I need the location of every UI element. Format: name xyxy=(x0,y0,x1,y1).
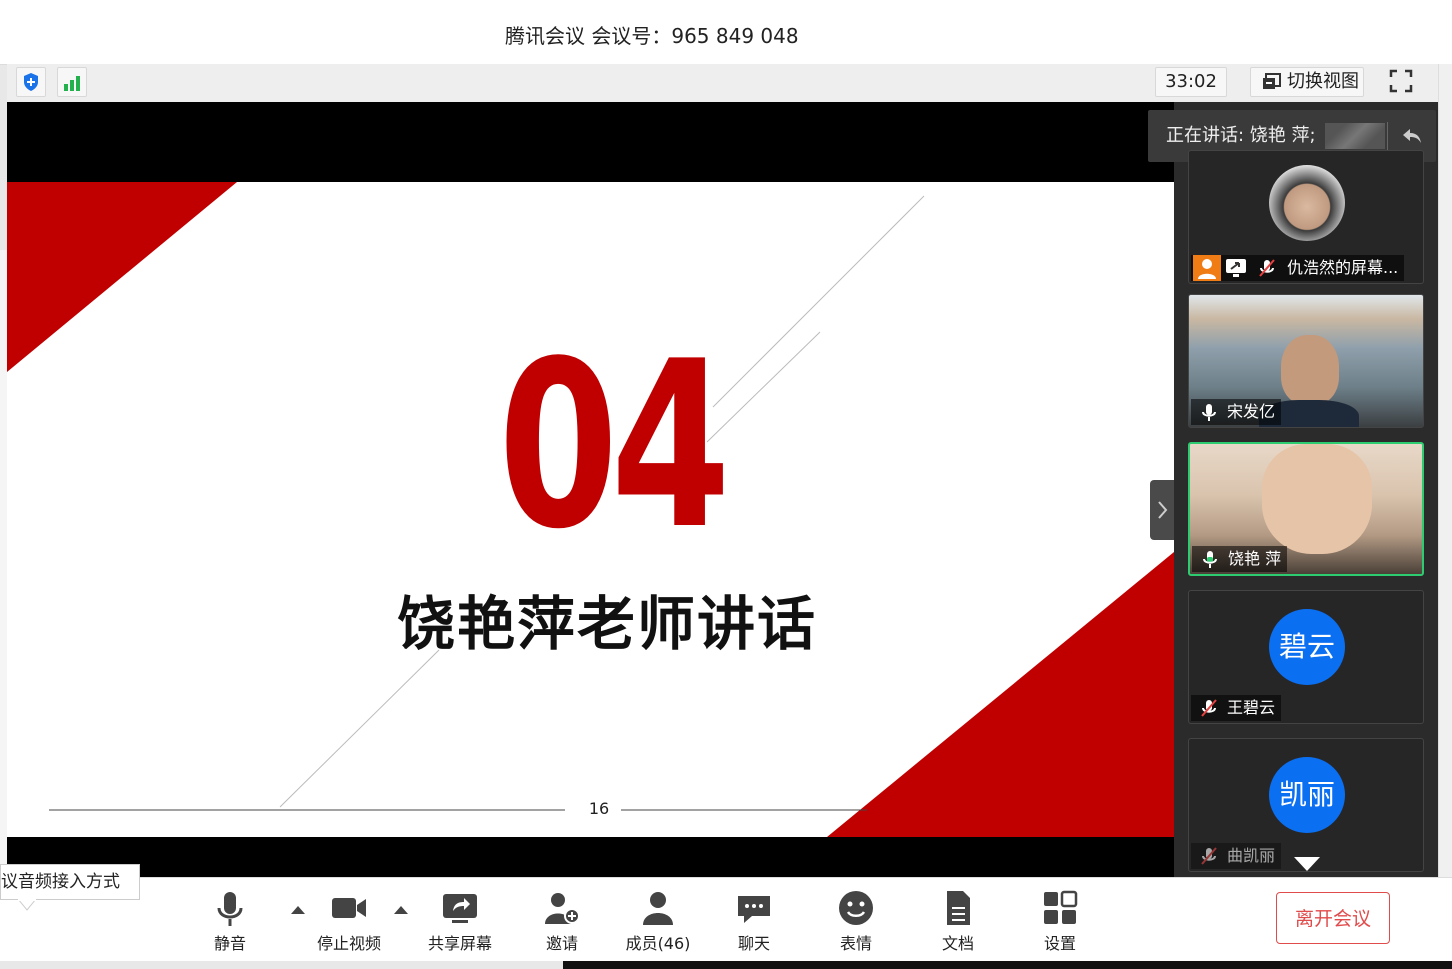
slide-page-number: 16 xyxy=(582,799,616,818)
participant-name: 饶艳 萍 xyxy=(1228,549,1282,568)
tooltip-pointer xyxy=(18,899,36,911)
members-button[interactable]: 成员(46) xyxy=(618,888,698,954)
settings-grid-icon xyxy=(1044,890,1078,924)
meeting-timer: 33:02 xyxy=(1155,67,1227,97)
docs-label: 文档 xyxy=(941,934,974,953)
docs-button[interactable]: 文档 xyxy=(918,888,998,954)
slide-line-1 xyxy=(712,195,925,408)
share-screen-button[interactable]: 共享屏幕 xyxy=(420,888,500,954)
participant-video-face xyxy=(1262,444,1372,554)
participant-tile-4[interactable]: 碧云 王碧云 xyxy=(1188,590,1424,724)
microphone-icon xyxy=(217,892,243,926)
fullscreen-icon xyxy=(1389,69,1413,93)
participant-tile-5[interactable]: 凯丽 曲凯丽 xyxy=(1188,738,1424,872)
participant-avatar: 凯丽 xyxy=(1269,757,1345,833)
mute-label: 静音 xyxy=(213,934,246,953)
scroll-down-arrow-icon[interactable] xyxy=(1292,855,1322,873)
slide-heading: 饶艳萍老师讲话 xyxy=(396,590,817,658)
settings-button[interactable]: 设置 xyxy=(1020,888,1100,954)
slide-line-3 xyxy=(279,649,440,808)
participant-name-tag: 饶艳 萍 xyxy=(1192,546,1288,572)
chat-label: 聊天 xyxy=(737,934,770,953)
video-options-caret[interactable] xyxy=(394,906,408,914)
emoji-label: 表情 xyxy=(839,934,872,953)
switch-view-label: 切换视图 xyxy=(1287,71,1359,92)
video-camera-icon xyxy=(332,898,366,918)
share-screen-label: 共享屏幕 xyxy=(427,934,492,953)
smiley-icon xyxy=(839,891,873,925)
mic-muted-icon xyxy=(1201,699,1217,717)
screen-share-icon xyxy=(1226,259,1246,277)
network-signal-icon[interactable] xyxy=(57,67,87,97)
participant-name-tag: 仇浩然的屏幕... xyxy=(1191,255,1405,281)
now-speaking-label: 正在讲话: 饶艳 萍; xyxy=(1166,125,1316,146)
participant-name: 宋发亿 xyxy=(1227,402,1276,421)
fullscreen-button[interactable] xyxy=(1387,67,1417,97)
switch-view-icon xyxy=(1263,73,1281,89)
blurred-name xyxy=(1325,123,1386,149)
participant-avatar: 碧云 xyxy=(1269,609,1345,685)
participant-name: 仇浩然的屏幕... xyxy=(1287,258,1399,277)
emoji-button[interactable]: 表情 xyxy=(816,888,896,954)
members-label: 成员(46) xyxy=(625,934,691,953)
participant-name: 王碧云 xyxy=(1227,698,1276,717)
audio-connection-tooltip[interactable]: 议音频接入方式 xyxy=(0,864,140,900)
security-shield-icon[interactable] xyxy=(16,67,46,97)
mic-on-icon xyxy=(1202,404,1216,421)
members-icon xyxy=(643,892,673,925)
settings-label: 设置 xyxy=(1043,934,1076,953)
participant-avatar-photo xyxy=(1269,165,1345,241)
stop-video-button[interactable]: 停止视频 xyxy=(309,888,389,954)
slide-line-2 xyxy=(706,331,821,443)
audio-options-caret[interactable] xyxy=(291,906,305,914)
participant-name-tag: 曲凯丽 xyxy=(1191,843,1282,869)
collapse-panel-button[interactable] xyxy=(1150,480,1174,540)
mic-active-icon xyxy=(1203,551,1217,568)
host-badge-icon xyxy=(1193,255,1221,281)
shared-screen-stage: 04 饶艳萍老师讲话 16 xyxy=(7,102,1174,877)
top-toolbar: 33:02 切换视图 xyxy=(7,64,1438,103)
share-screen-icon xyxy=(443,894,477,923)
slide-section-number: 04 xyxy=(498,313,731,580)
slide-red-triangle-bottom xyxy=(827,552,1174,837)
mic-muted-icon xyxy=(1259,259,1275,277)
participant-tile-3[interactable]: 饶艳 萍 xyxy=(1188,442,1424,576)
chat-icon xyxy=(738,896,770,923)
reply-arrow-icon[interactable] xyxy=(1400,124,1424,148)
bottom-window-edge xyxy=(0,961,1452,969)
stop-video-label: 停止视频 xyxy=(316,934,381,953)
participant-name: 曲凯丽 xyxy=(1227,846,1276,865)
leave-meeting-button[interactable]: 离开会议 xyxy=(1276,892,1390,944)
chevron-right-icon xyxy=(1158,501,1168,519)
slide-red-triangle-top xyxy=(7,182,237,372)
participant-video-face xyxy=(1281,335,1339,405)
title-bar: 腾讯会议 会议号：965 849 048 xyxy=(0,0,1452,65)
right-window-edge xyxy=(1438,64,1452,877)
participant-tile-2[interactable]: 宋发亿 xyxy=(1188,294,1424,428)
participant-name-tag: 王碧云 xyxy=(1191,695,1282,721)
add-user-icon xyxy=(545,893,580,924)
meeting-title: 腾讯会议 会议号：965 849 048 xyxy=(505,24,799,48)
switch-view-button[interactable]: 切换视图 xyxy=(1250,67,1364,97)
mic-muted-icon xyxy=(1201,847,1217,865)
chat-button[interactable]: 聊天 xyxy=(714,888,794,954)
document-icon xyxy=(947,891,970,925)
mute-button[interactable]: 静音 xyxy=(190,888,270,954)
participant-tile-1[interactable]: 仇浩然的屏幕... xyxy=(1188,150,1424,284)
invite-label: 邀请 xyxy=(545,934,578,953)
presentation-slide: 04 饶艳萍老师讲话 16 xyxy=(7,182,1174,837)
invite-button[interactable]: 邀请 xyxy=(522,888,602,954)
bottom-control-bar: 静音 停止视频 共享屏幕 邀请 成员(46) 聊天 表情 文档 设置 离开会议 xyxy=(0,877,1452,962)
participant-name-tag: 宋发亿 xyxy=(1191,399,1282,425)
